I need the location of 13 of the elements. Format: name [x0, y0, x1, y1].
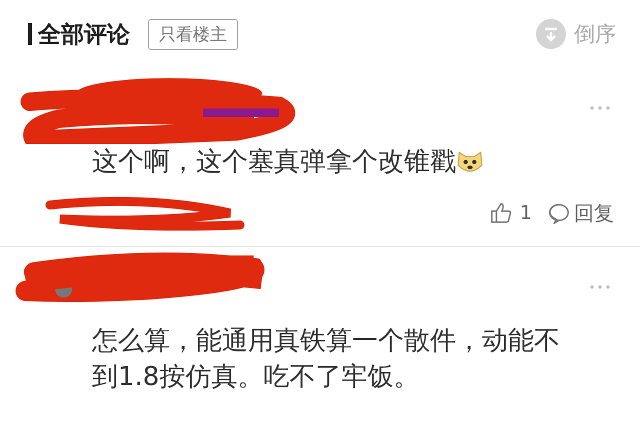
more-icon	[590, 285, 610, 289]
sort-button[interactable]: 倒序	[574, 20, 616, 48]
like-count: 1	[520, 202, 532, 224]
more-icon	[590, 106, 610, 110]
accent-bar	[28, 23, 32, 45]
section-title: 全部评论	[38, 20, 130, 50]
sort-icon	[536, 19, 566, 49]
thumbs-up-icon	[490, 202, 512, 224]
comment-text: 这个啊，这个塞真弹拿个改锥戳	[92, 146, 456, 179]
comment-text: 怎么算，能通用真铁算一个散件，动能不到1.8按仿真。吃不了牢饭。	[92, 325, 561, 394]
reply-button[interactable]: 回复	[548, 200, 614, 226]
filter-button[interactable]: 只看楼主	[148, 18, 238, 50]
speech-bubble-icon	[548, 202, 570, 224]
